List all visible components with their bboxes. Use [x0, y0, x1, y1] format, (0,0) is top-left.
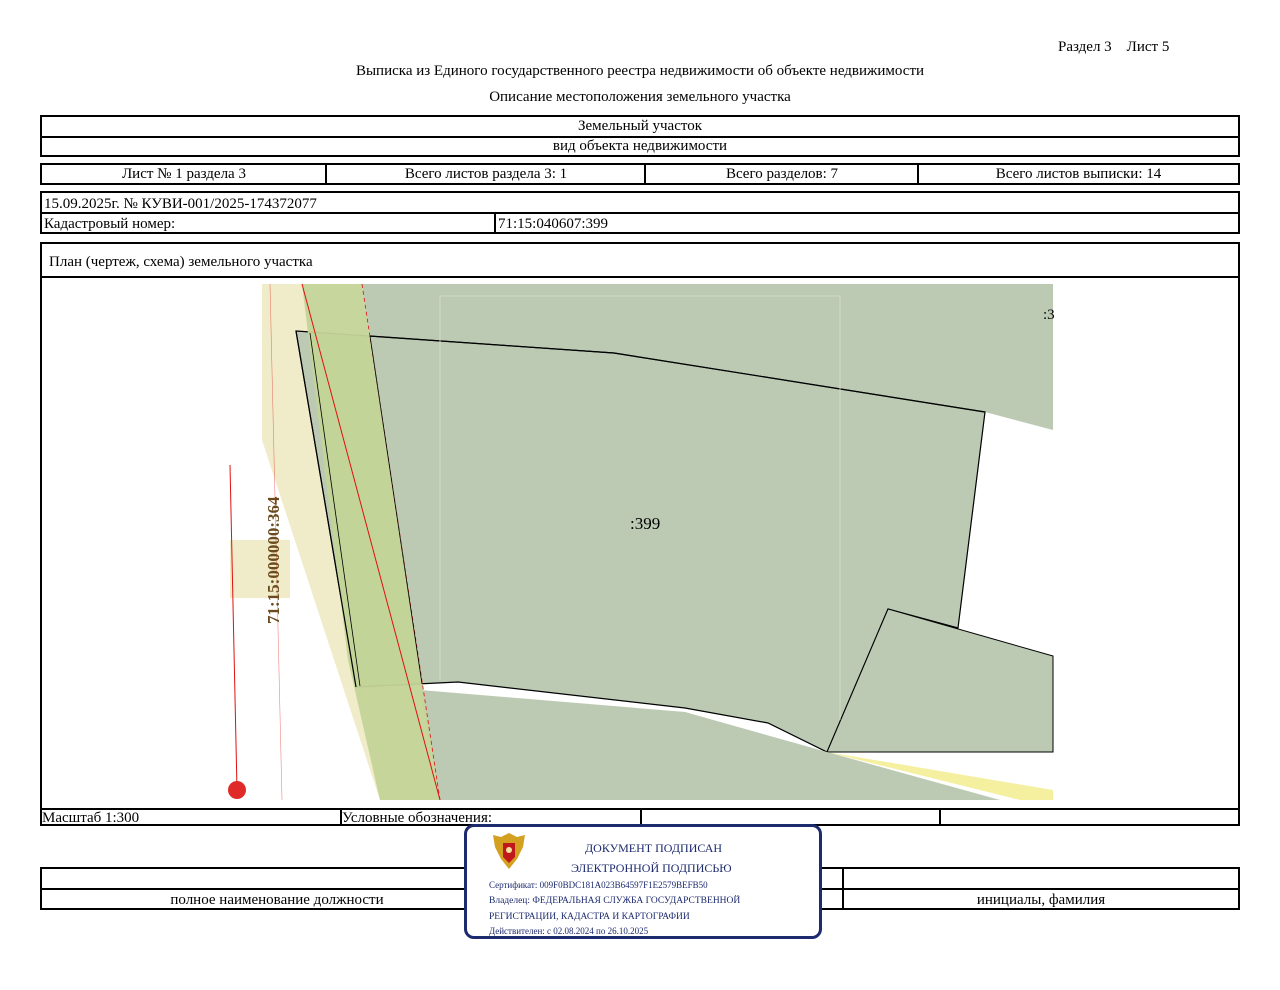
sheet-of-section: Лист № 1 раздела 3 — [122, 165, 246, 182]
stamp-line1: ДОКУМЕНТ ПОДПИСАН — [585, 841, 723, 855]
document-info-box: 15.09.2025г. № КУВИ-001/2025-174372077 К… — [40, 191, 1240, 234]
sheets-row: Лист № 1 раздела 3 Всего листов раздела … — [40, 163, 1240, 185]
red-boundary-3 — [229, 464, 238, 791]
document-title: Выписка из Единого государственного реес… — [355, 63, 925, 79]
stamp-owner2: РЕГИСТРАЦИИ, КАДАСТРА И КАРТОГРАФИИ — [489, 912, 690, 922]
neighbor-parcel-label: 71:15:000000:364 — [264, 496, 283, 624]
electronic-signature-stamp: ДОКУМЕНТ ПОДПИСАН ЭЛЕКТРОННОЙ ПОДПИСЬЮ С… — [464, 824, 822, 939]
position-caption: полное наименование должности — [170, 892, 384, 908]
total-sections: Всего разделов: 7 — [725, 165, 839, 182]
corner-parcel-label: :3 — [1043, 307, 1055, 323]
object-type-caption: вид объекта недвижимости — [552, 137, 728, 154]
coat-of-arms-emblem — [493, 833, 525, 869]
stamp-owner1: Владелец: ФЕДЕРАЛЬНАЯ СЛУЖБА ГОСУДАРСТВЕ… — [489, 896, 741, 906]
total-sheets-extract: Всего листов выписки: 14 — [995, 165, 1162, 182]
parcel-map: :399 :3 71:15:000000:364 — [228, 283, 1055, 801]
scale-label: Масштаб 1:300 — [42, 810, 140, 826]
plan-title: План (чертеж, схема) земельного участка — [49, 254, 313, 270]
object-type-box: Земельный участок вид объекта недвижимос… — [40, 115, 1240, 157]
section-sheet-label: Раздел 3 Лист 5 — [1058, 39, 1170, 55]
parcel-label: :399 — [630, 514, 660, 533]
total-sheets-section: Всего листов раздела 3: 1 — [404, 165, 568, 182]
name-caption: инициалы, фамилия — [976, 892, 1106, 908]
cadastral-label: Кадастровый номер: — [44, 216, 176, 232]
stamp-certificate: Сертификат: 009F0BDC181A023B64597F1E2579… — [489, 880, 708, 890]
document-subtitle: Описание местоположения земельного участ… — [489, 89, 791, 105]
date-number: 15.09.2025г. № КУВИ-001/2025-174372077 — [44, 196, 317, 212]
cadastral-value: 71:15:040607:399 — [498, 216, 609, 232]
stamp-line2: ЭЛЕКТРОННОЙ ПОДПИСЬЮ — [571, 861, 732, 875]
stamp-validity: Действителен: с 02.08.2024 по 26.10.2025 — [489, 926, 649, 936]
object-type: Земельный участок — [577, 117, 703, 134]
red-point-marker — [228, 781, 246, 799]
